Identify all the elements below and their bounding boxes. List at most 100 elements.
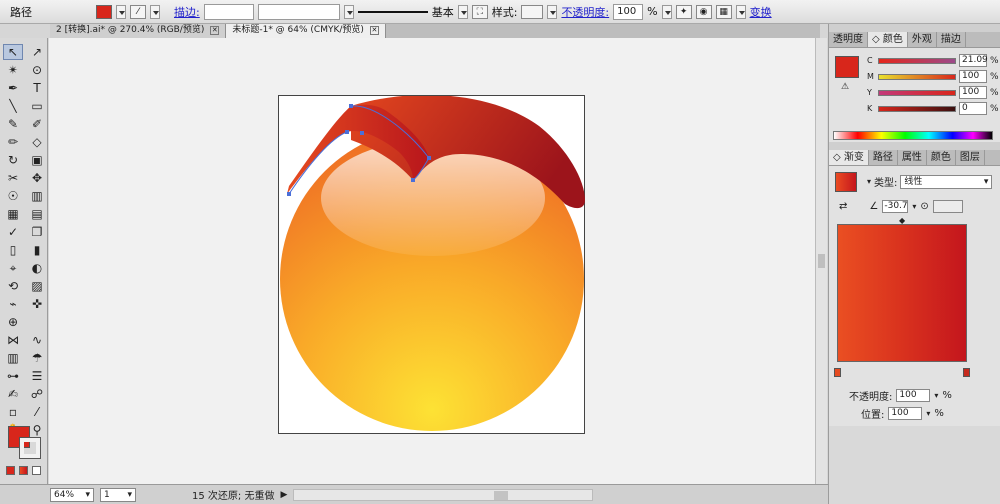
artboard-field[interactable]: 1 ▾ [100,487,136,502]
tab-stroke[interactable]: 描边 [937,32,966,47]
chevron-down-icon[interactable]: ▾ [912,202,916,211]
globe-icon[interactable]: ◉ [695,4,712,19]
tool-button[interactable]: ⌁ [3,296,23,312]
warning-icon[interactable]: ⚠ [841,82,849,92]
tool-button[interactable]: ▥ [3,350,23,366]
gradient-stop-right[interactable] [963,368,970,377]
channel-slider[interactable] [878,57,956,64]
tool-button[interactable]: ✴ [3,62,23,78]
color-mode-button[interactable] [6,466,15,475]
tool-button[interactable]: ∿ [27,332,47,348]
chevron-down-icon[interactable]: ▾ [127,489,132,501]
channel-value[interactable]: 0 [959,102,987,115]
tab-document-2[interactable]: 未标题-1* @ 64% (CMYK/预览) ✕ [226,24,386,38]
scrollbar-thumb[interactable] [818,254,825,268]
play-icon[interactable]: ▶ [280,490,287,500]
tab-appearance[interactable]: 外观 [908,32,937,47]
aspect-ratio-icon[interactable]: ⊙ [920,201,928,212]
tool-button[interactable]: ▦ [3,206,23,222]
tool-button[interactable]: ✜ [27,296,47,312]
none-mode-button[interactable] [32,466,41,475]
recolor-icon[interactable]: ⛶ [471,4,488,19]
channel-slider[interactable] [878,105,956,112]
sparkle-icon[interactable]: ✦ [675,4,692,19]
tool-button[interactable]: ▣ [27,152,47,168]
tool-button[interactable]: ⊶ [3,368,23,384]
tool-button[interactable]: ▤ [27,206,47,222]
anchor-point[interactable] [411,178,415,182]
anchor-point[interactable] [360,131,364,135]
gradient-type-select[interactable]: 线性 ▾ [900,174,993,189]
aspect-field[interactable] [932,200,963,213]
tab-pathfinder[interactable]: 路径 [869,150,898,165]
tool-button[interactable]: ↻ [3,152,23,168]
tool-button[interactable]: ▨ [27,278,47,294]
tool-button[interactable]: T [27,80,47,96]
gradient-stop-left[interactable] [834,368,841,377]
reverse-gradient-icon[interactable]: ⇄ [839,201,847,212]
stroke-swatch[interactable] [19,437,41,459]
tool-button[interactable]: ▮ [27,242,47,258]
gradient-preview[interactable] [837,224,967,362]
gradient-mode-button[interactable] [19,466,28,475]
tool-button[interactable]: ✥ [27,170,47,186]
close-icon[interactable]: ✕ [369,26,379,35]
color-swatch[interactable] [835,56,859,78]
tool-button[interactable]: ▯ [3,242,23,258]
tab-gradient[interactable]: ◇ 渐变 [829,150,869,165]
tab-color[interactable]: 颜色 [927,150,956,165]
tool-button[interactable]: ╲ [3,98,23,114]
variable-width-field[interactable] [257,3,340,20]
stroke-link[interactable]: 描边: [174,4,200,20]
channel-value[interactable]: 100 [959,86,987,99]
tool-button[interactable]: ▫ [3,404,23,420]
canvas-area[interactable] [49,38,815,484]
stop-opacity-field[interactable]: 100 [896,389,931,402]
tab-transparency[interactable]: 透明度 [829,32,868,47]
tool-button[interactable]: ▥ [27,188,47,204]
tool-button[interactable]: ⊙ [27,62,47,78]
variable-width-dropdown[interactable] [343,4,354,19]
style-swatch[interactable] [521,4,544,19]
chevron-down-icon[interactable]: ▾ [934,391,938,400]
tool-button[interactable]: ⊕ [3,314,23,330]
tool-button[interactable]: ⌖ [3,260,23,276]
tool-button[interactable]: ↗ [27,44,47,60]
tool-button[interactable]: ✓ [3,224,23,240]
style-dropdown[interactable] [547,4,558,19]
artboard[interactable] [278,94,586,435]
tab-color[interactable]: ◇ 颜色 [868,32,908,47]
tab-attributes[interactable]: 属性 [898,150,927,165]
tool-button[interactable]: ⟲ [3,278,23,294]
tool-button[interactable]: ✏ [3,134,23,150]
channel-slider[interactable] [878,73,956,80]
horizontal-scrollbar[interactable] [293,488,594,501]
stroke-weight-field[interactable] [203,3,254,20]
stroke-dropdown[interactable] [150,4,160,19]
chevron-down-icon[interactable]: ▾ [984,176,989,188]
angle-field[interactable]: -30.7 [882,200,909,213]
chevron-down-icon[interactable]: ▾ [867,177,871,186]
tool-button[interactable]: ✎ [3,116,23,132]
anchor-point[interactable] [345,130,349,134]
scrollbar-thumb[interactable] [494,490,509,500]
tool-button[interactable]: ✂ [3,170,23,186]
transform-link[interactable]: 变换 [750,4,772,20]
tool-button[interactable]: ◐ [27,260,47,276]
tool-button[interactable]: ❐ [27,224,47,240]
tool-button[interactable]: ⋈ [3,332,23,348]
anchor-point[interactable] [287,192,291,196]
fill-color-swatch[interactable] [96,4,112,19]
opacity-link[interactable]: 不透明度: [561,4,609,20]
anchor-point[interactable] [349,104,353,108]
tool-button[interactable]: ☉ [3,188,23,204]
chevron-down-icon[interactable]: ▾ [926,409,930,418]
tool-button[interactable]: ☂ [27,350,47,366]
anchor-point[interactable] [427,156,431,160]
gradient-swatch[interactable] [835,172,857,192]
tool-button[interactable]: ☍ [27,386,47,402]
stop-position-field[interactable]: 100 [888,407,923,420]
artwork[interactable] [279,94,586,435]
tool-button[interactable]: ▭ [27,98,47,114]
channel-slider[interactable] [878,89,956,96]
